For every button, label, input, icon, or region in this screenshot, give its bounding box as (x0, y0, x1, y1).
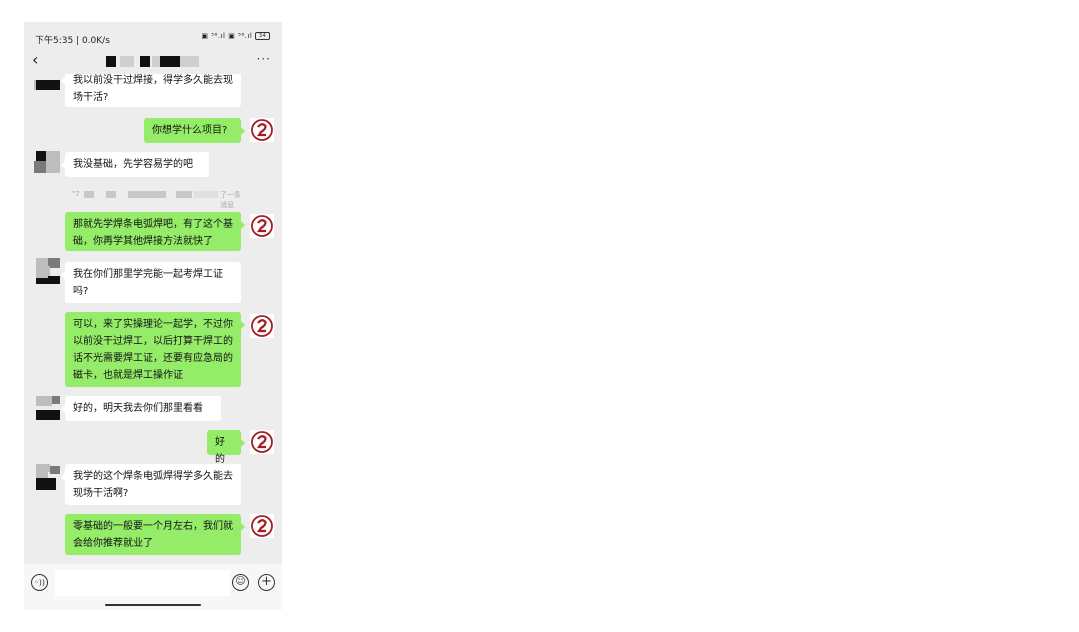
user-avatar-logo-icon[interactable] (250, 514, 274, 538)
message-bubble-received[interactable]: 我在你们那里学完能一起考焊工证吗? (61, 262, 241, 303)
message-text: 那就先学焊条电弧焊吧，有了这个基础，你再学其他焊接方法就快了 (73, 219, 233, 247)
recalled-message-notice: "7 了一条消息 (72, 189, 242, 209)
add-attachment-icon[interactable]: + (258, 574, 275, 591)
message-bubble-received[interactable]: 好的，明天我去你们那里看看 (61, 396, 221, 421)
recall-text: 了一条消息 (220, 191, 241, 209)
message-bubble-sent[interactable]: 好的 (207, 430, 245, 465)
message-list[interactable]: 我以前没干过焊接，得学多久能去现场干活? 你想学什么项目? 我没基础，先学容易学… (24, 74, 282, 564)
more-options-icon[interactable]: ··· (257, 52, 271, 66)
message-text: 零基础的一般要一个月左右，我们就会给你推荐就业了 (73, 521, 233, 549)
message-text: 我以前没干过焊接，得学多久能去现场干活? (73, 75, 233, 103)
phone-screen: 下午5:35 | 0.0K/s ▣ ⁵⁶.ıl ▣ ⁵⁶.ıl 34 ‹ ···… (24, 22, 282, 610)
contact-avatar[interactable] (34, 464, 60, 490)
chat-header: ‹ ··· (24, 50, 282, 74)
status-time: 下午5:35 | 0.0K/s (35, 36, 110, 46)
home-indicator[interactable] (105, 604, 201, 606)
message-text: 我在你们那里学完能一起考焊工证吗? (73, 269, 223, 297)
user-avatar-logo-icon[interactable] (250, 430, 274, 454)
back-arrow-icon[interactable]: ‹ (32, 50, 38, 69)
contact-avatar[interactable] (34, 396, 60, 422)
user-avatar-logo-icon[interactable] (250, 118, 274, 142)
message-bubble-received[interactable]: 我以前没干过焊接，得学多久能去现场干活? (61, 74, 241, 107)
message-text: 我没基础，先学容易学的吧 (73, 159, 193, 170)
message-bubble-sent[interactable]: 零基础的一般要一个月左右，我们就会给你推荐就业了 (65, 514, 245, 555)
message-input[interactable] (55, 570, 230, 596)
signal-icon: ▣ ⁵⁶.ıl ▣ ⁵⁶.ıl 34 (201, 32, 270, 40)
contact-avatar[interactable] (34, 151, 60, 177)
contact-avatar[interactable] (34, 258, 60, 284)
message-text: 你想学什么项目? (152, 125, 228, 136)
recall-prefix: "7 (72, 190, 80, 198)
message-text: 好的 (215, 437, 225, 465)
status-bar: 下午5:35 | 0.0K/s ▣ ⁵⁶.ıl ▣ ⁵⁶.ıl 34 (24, 22, 282, 52)
contact-avatar[interactable] (34, 74, 60, 98)
message-bubble-sent[interactable]: 可以，来了实操理论一起学，不过你以前没干过焊工，以后打算干焊工的话不光需要焊工证… (65, 312, 245, 387)
message-text: 可以，来了实操理论一起学，不过你以前没干过焊工，以后打算干焊工的话不光需要焊工证… (73, 319, 233, 381)
input-bar: ◦)) ☺ + (24, 564, 282, 610)
voice-input-icon[interactable]: ◦)) (31, 574, 48, 591)
message-bubble-sent[interactable]: 你想学什么项目? (144, 118, 245, 143)
message-bubble-sent[interactable]: 那就先学焊条电弧焊吧，有了这个基础，你再学其他焊接方法就快了 (65, 212, 245, 251)
message-text: 我学的这个焊条电弧焊得学多久能去现场干活啊? (73, 471, 233, 499)
message-text: 好的，明天我去你们那里看看 (73, 403, 203, 414)
user-avatar-logo-icon[interactable] (250, 314, 274, 338)
message-bubble-received[interactable]: 我没基础，先学容易学的吧 (61, 152, 209, 177)
message-bubble-received[interactable]: 我学的这个焊条电弧焊得学多久能去现场干活啊? (61, 464, 241, 505)
battery-icon: 34 (255, 32, 270, 40)
user-avatar-logo-icon[interactable] (250, 214, 274, 238)
emoji-icon[interactable]: ☺ (232, 574, 249, 591)
signal-icons-text: ▣ ⁵⁶.ıl ▣ ⁵⁶.ıl (201, 32, 253, 40)
